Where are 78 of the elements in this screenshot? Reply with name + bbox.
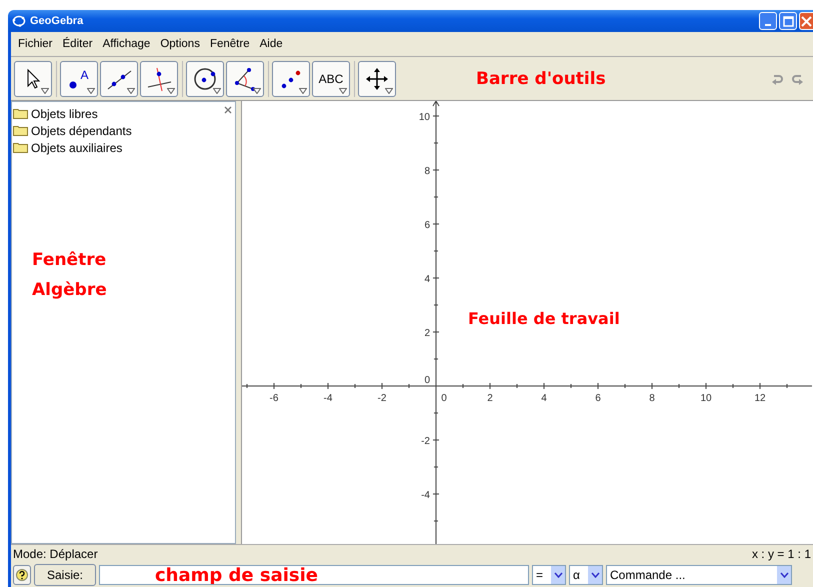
x-tick-label: 8: [649, 393, 655, 404]
tool-button[interactable]: [140, 60, 178, 96]
minimize-button[interactable]: [759, 12, 777, 30]
x-tick-label: 2: [487, 393, 493, 404]
y-tick-label: 8: [424, 166, 430, 177]
menu-item[interactable]: Options: [155, 38, 205, 50]
dropdown[interactable]: α: [569, 565, 603, 585]
mode-label: Mode: Déplacer: [13, 547, 98, 561]
x-tick-label: 10: [700, 393, 712, 404]
tool-button[interactable]: [358, 60, 396, 96]
tool-button[interactable]: [100, 60, 138, 96]
y-tick-label: 10: [418, 112, 430, 123]
algebra-annotation: Algèbre: [32, 280, 108, 300]
y-tick-label: -4: [421, 490, 430, 501]
menu-item[interactable]: Éditer: [58, 38, 98, 50]
y-tick-label: 2: [424, 328, 430, 339]
toolbar-annotation: Barre d'outils: [476, 68, 606, 88]
folder-icon: [13, 125, 28, 136]
help-button[interactable]: [13, 565, 31, 585]
x-tick-label: -6: [270, 393, 278, 404]
input-label-button[interactable]: Saisie:: [34, 564, 96, 586]
help-icon: [16, 569, 28, 581]
maximize-icon: [782, 16, 794, 26]
y-tick-label: 6: [424, 220, 430, 231]
input-annotation: champ de saisie: [155, 566, 318, 584]
caret-icon: [554, 572, 562, 578]
caret-icon: [213, 88, 221, 94]
tool-button[interactable]: [186, 60, 224, 96]
y-tick-label: 0: [424, 375, 430, 386]
minimize-icon: [765, 24, 771, 26]
close-button[interactable]: [799, 12, 813, 30]
point-icon: [69, 80, 78, 88]
input-field[interactable]: champ de saisie: [99, 565, 529, 585]
close-icon: [801, 16, 812, 26]
close-icon[interactable]: [224, 106, 232, 114]
x-tick-label: -2: [378, 393, 386, 404]
algebra-annotation: Fenêtre: [32, 250, 108, 270]
tool-button[interactable]: [14, 60, 52, 96]
dropdown[interactable]: Commande ...: [606, 565, 792, 585]
x-tick-label: -4: [324, 393, 332, 404]
x-tick-label: 4: [541, 393, 547, 404]
axis-ratio: x : y = 1 : 1: [752, 547, 811, 561]
caret-icon: [385, 88, 393, 94]
folder-label[interactable]: Objets dépendants: [31, 124, 132, 138]
dropdown-value: Commande ...: [610, 568, 686, 582]
graphics-annotation: Feuille de travail: [468, 309, 620, 328]
tool-button[interactable]: [226, 60, 264, 96]
folder-icon: [13, 108, 28, 119]
y-tick-label: 4: [424, 274, 430, 285]
tool-button[interactable]: ABC: [312, 60, 350, 96]
caret-icon: [41, 88, 49, 94]
caret-icon: [780, 572, 788, 578]
point-label: A: [80, 68, 88, 80]
folder-icon: [13, 142, 28, 153]
caret-icon: [590, 572, 600, 578]
dropdown-value: =: [536, 568, 544, 582]
folder-label[interactable]: Objets auxiliaires: [31, 140, 122, 154]
menu-item[interactable]: Fenêtre: [204, 38, 255, 50]
x-tick-label: 0: [441, 393, 447, 404]
dropdown-value: α: [573, 568, 580, 582]
caret-icon: [339, 88, 347, 94]
x-tick-label: 12: [754, 393, 766, 404]
folder-label[interactable]: Objets libres: [31, 106, 98, 120]
caret-icon: [87, 88, 95, 94]
dropdown[interactable]: =: [532, 565, 566, 585]
window-title: GeoGebra: [30, 15, 84, 27]
maximize-button[interactable]: [779, 12, 797, 30]
y-tick-label: -2: [421, 436, 430, 447]
tool-button[interactable]: A: [60, 60, 98, 96]
caret-icon: [299, 88, 307, 94]
menu-item[interactable]: Fichier: [13, 38, 58, 50]
caret-icon: [127, 88, 135, 94]
app-icon: [12, 14, 26, 28]
menu-item[interactable]: Affichage: [98, 38, 156, 50]
menu-item[interactable]: Aide: [254, 38, 288, 50]
caret-icon: [253, 88, 261, 94]
x-tick-label: 6: [595, 393, 601, 404]
caret-icon: [167, 88, 175, 94]
